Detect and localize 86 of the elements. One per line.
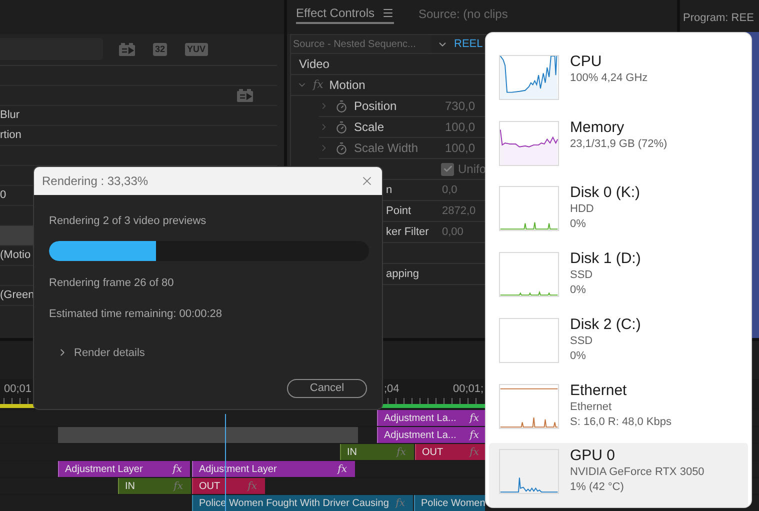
performance-item[interactable]: GPU 0 NVIDIA GeForce RTX 3050 1% (42 °C) xyxy=(489,443,748,508)
usage-graph xyxy=(499,252,559,298)
fx-label: fx xyxy=(470,412,479,426)
timeline-clip[interactable]: Adjustment La... fx xyxy=(377,410,487,426)
menu-icon[interactable] xyxy=(382,6,394,18)
frame-text: Rendering frame 26 of 80 xyxy=(49,276,175,290)
timeline-clip[interactable]: OUT fx xyxy=(415,444,487,460)
resource-name: GPU 0 xyxy=(570,446,616,466)
timeline-clip[interactable]: Adjustment Layer fx xyxy=(58,461,190,477)
stopwatch-icon[interactable] xyxy=(335,100,348,112)
effect-list-item[interactable]: Blur xyxy=(0,106,277,126)
resource-detail: S: 16,0 R: 48,0 Kbps xyxy=(570,414,672,430)
timeline-clip[interactable]: Police Women Fought With Driver Causing fx xyxy=(192,495,413,511)
resource-detail: SSD xyxy=(570,334,594,349)
fx-label: fx xyxy=(470,446,479,460)
resource-detail: 0% xyxy=(570,283,587,298)
timeline-clip[interactable]: Police Women xyxy=(414,495,485,511)
fx-label: fx xyxy=(470,428,479,442)
clip-icon[interactable] xyxy=(119,42,135,56)
timecode-label: 00;01 xyxy=(4,382,32,398)
usage-graph xyxy=(499,186,559,232)
property-name: apping xyxy=(386,266,420,282)
dialog-title: Rendering : 33,33% xyxy=(42,173,148,190)
performance-item[interactable]: Ethernet Ethernet S: 16,0 R: 48,0 Kbps xyxy=(489,378,748,442)
resource-name: CPU xyxy=(570,52,603,71)
fx-label: fx xyxy=(313,76,324,93)
effect-name: Motion xyxy=(329,77,366,94)
status-text: Rendering 2 of 3 video previews xyxy=(49,214,208,229)
resource-detail: SSD xyxy=(570,268,594,284)
performance-item[interactable]: CPU 100% 4,24 GHz xyxy=(489,49,748,113)
cancel-button[interactable]: Cancel xyxy=(287,379,367,398)
usage-graph xyxy=(499,120,559,166)
checkbox[interactable] xyxy=(441,162,454,176)
resource-detail: Ethernet xyxy=(570,400,613,415)
resource-detail: 0% xyxy=(570,348,587,364)
resource-detail: HDD xyxy=(570,202,595,218)
stopwatch-icon[interactable] xyxy=(335,142,348,154)
timecode-label: ;04 xyxy=(384,382,400,398)
performance-item[interactable]: Disk 0 (K:) HDD 0% xyxy=(489,180,748,244)
fx-label: fx xyxy=(248,480,257,494)
panel-tab[interactable]: Program: REE xyxy=(683,12,754,24)
property-name: Scale Width xyxy=(354,140,420,157)
section-label: Video xyxy=(299,56,330,73)
stopwatch-icon[interactable] xyxy=(335,120,348,134)
performance-item[interactable]: Disk 1 (D:) SSD 0% xyxy=(489,246,748,310)
timecode-label: 00;01; xyxy=(453,382,484,398)
resource-name: Ethernet xyxy=(570,380,628,400)
performance-item[interactable]: Memory 23,1/31,9 GB (72%) xyxy=(489,114,748,178)
usage-graph xyxy=(499,449,559,494)
close-icon[interactable] xyxy=(360,174,374,188)
property-name: n xyxy=(386,182,394,198)
checkbox-label: Unifo xyxy=(458,161,486,178)
timeline-clip[interactable]: Adjustment La... fx xyxy=(377,427,487,443)
resource-detail: 23,1/31,9 GB (72%) xyxy=(570,136,668,152)
usage-graph xyxy=(499,318,559,363)
fx-label: fx xyxy=(338,462,347,476)
property-name: Position xyxy=(354,98,398,115)
usage-graph xyxy=(499,55,559,100)
fx-label: fx xyxy=(396,446,406,460)
panel-tab[interactable]: Effect Controls xyxy=(296,3,394,24)
resource-name: Disk 1 (D:) xyxy=(570,249,641,268)
resource-detail: 0% xyxy=(570,217,587,232)
timeline-clip[interactable]: IN fx xyxy=(340,444,414,460)
performance-item[interactable]: Disk 2 (C:) SSD 0% xyxy=(489,312,748,376)
fx-label: fx xyxy=(172,462,182,476)
property-name: Scale xyxy=(354,119,386,136)
fx-label: fx xyxy=(396,496,405,510)
resource-name: Disk 0 (K:) xyxy=(570,183,640,202)
fx-label: fx xyxy=(174,480,183,494)
resource-detail: 100% 4,24 GHz xyxy=(570,71,648,86)
panel-tab[interactable]: Source: (no clips xyxy=(418,3,508,24)
effect-list-item[interactable] xyxy=(0,86,277,106)
sequence-link[interactable]: REEL xyxy=(454,36,483,52)
effect-list-item[interactable]: rtion xyxy=(0,126,277,146)
usage-graph xyxy=(499,384,559,429)
clip-icon[interactable] xyxy=(237,89,253,102)
resource-name: Disk 2 (C:) xyxy=(570,314,641,334)
property-name: ker Filter xyxy=(386,224,430,240)
resource-detail: 1% (42 °C) xyxy=(570,480,625,496)
resource-detail: NVIDIA GeForce RTX 3050 xyxy=(570,465,704,480)
property-name: Point xyxy=(386,204,412,219)
timeline-clip[interactable]: IN fx xyxy=(118,478,191,494)
render-details-toggle[interactable]: Render details xyxy=(57,344,367,361)
remaining-text: Estimated time remaining: 00:00:28 xyxy=(49,307,224,322)
resource-name: Memory xyxy=(570,118,626,137)
timeline-clip[interactable]: OUT fx xyxy=(192,478,265,494)
